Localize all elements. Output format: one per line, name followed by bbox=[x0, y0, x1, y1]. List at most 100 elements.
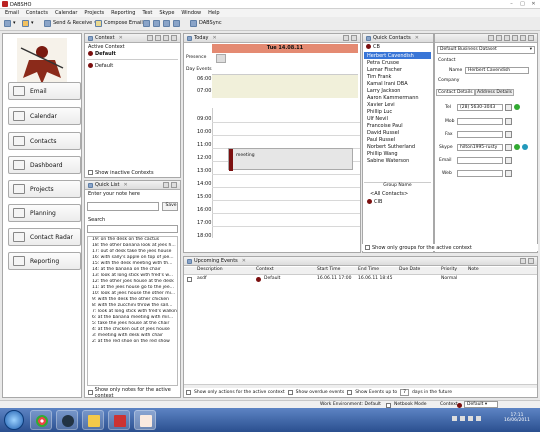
list-item[interactable]: Paul Russel bbox=[364, 136, 431, 143]
column-header[interactable]: Context bbox=[256, 267, 274, 272]
start-button[interactable] bbox=[4, 410, 24, 430]
save-button[interactable]: Save bbox=[162, 202, 178, 211]
early-hours-area[interactable] bbox=[212, 74, 358, 98]
maximize-icon[interactable] bbox=[528, 35, 534, 41]
minimize-icon[interactable]: – bbox=[508, 1, 515, 7]
list-item[interactable]: Lamar Fischer bbox=[364, 66, 431, 73]
close-icon[interactable]: ✕ bbox=[212, 35, 216, 41]
tray-icon[interactable] bbox=[452, 416, 457, 421]
nav-planning-button[interactable]: Planning bbox=[8, 204, 81, 222]
field-action-button[interactable] bbox=[505, 170, 512, 177]
new-button[interactable]: ▾ bbox=[4, 20, 16, 27]
menu-help[interactable]: Help bbox=[208, 9, 219, 17]
user-button[interactable]: ▾ bbox=[22, 20, 34, 27]
taskbar-app[interactable] bbox=[108, 410, 130, 430]
close-icon[interactable]: ✕ bbox=[415, 35, 419, 41]
show-events-checkbox[interactable] bbox=[347, 390, 353, 395]
field-action-button[interactable] bbox=[505, 131, 512, 138]
fax-field[interactable] bbox=[457, 131, 503, 138]
column-header[interactable]: Start Time bbox=[317, 267, 340, 272]
tel-field[interactable]: (28) 5630-3043 bbox=[457, 104, 503, 111]
list-item[interactable]: Phillip Luc bbox=[364, 108, 431, 115]
show-groups-checkbox[interactable]: Show only groups for the active context bbox=[362, 244, 538, 251]
skype-chat-icon[interactable] bbox=[522, 144, 528, 150]
menu-email[interactable]: Email bbox=[5, 9, 19, 17]
tray-icon[interactable] bbox=[468, 416, 473, 421]
menu-contacts[interactable]: Contacts bbox=[26, 9, 48, 17]
column-header[interactable]: Due Date bbox=[399, 267, 420, 272]
table-row[interactable]: asdf Default 16.06.11 17:00 16.06.11 18:… bbox=[184, 276, 537, 284]
maximize-icon[interactable] bbox=[171, 35, 177, 41]
list-item[interactable]: Xavier Levi bbox=[364, 101, 431, 108]
add-contact-icon[interactable] bbox=[488, 35, 494, 41]
list-item[interactable]: Phillip Wang bbox=[364, 150, 431, 157]
web-field[interactable] bbox=[457, 170, 503, 177]
note-input[interactable] bbox=[87, 202, 159, 211]
nav-contact-radar-button[interactable]: Contact Radar bbox=[8, 228, 81, 246]
maximize-icon[interactable] bbox=[171, 182, 177, 188]
list-item[interactable]: Petra Crusoe bbox=[364, 59, 431, 66]
minimize-icon[interactable] bbox=[520, 258, 526, 264]
close-icon[interactable]: ✕ bbox=[242, 258, 246, 264]
event-checkbox[interactable] bbox=[187, 277, 192, 282]
compose-email-button[interactable]: Compose Email bbox=[95, 20, 143, 27]
skype-field[interactable]: hilton1995-rusty bbox=[457, 144, 503, 151]
close-icon[interactable]: ✕ bbox=[123, 182, 127, 188]
panel-tool-icon[interactable] bbox=[155, 35, 161, 41]
field-action-button[interactable] bbox=[505, 144, 512, 151]
skype-call-icon[interactable] bbox=[514, 144, 520, 150]
email-field[interactable] bbox=[457, 157, 503, 164]
tray-icon[interactable] bbox=[476, 416, 481, 421]
presence-icon[interactable] bbox=[216, 54, 226, 63]
days-stepper[interactable]: 7 bbox=[400, 389, 410, 396]
clock[interactable]: 17:11 16/06/2011 bbox=[500, 413, 534, 423]
tray-icon[interactable] bbox=[460, 416, 465, 421]
list-item[interactable]: Kamal Irani DBA bbox=[364, 80, 431, 87]
dataset-select[interactable]: Default Business Dataset ▾ bbox=[437, 46, 535, 54]
print-icon[interactable] bbox=[512, 35, 518, 41]
minimize-icon[interactable] bbox=[343, 35, 349, 41]
column-header[interactable]: Note bbox=[468, 267, 479, 272]
tool-button-2[interactable] bbox=[153, 20, 160, 27]
tool-button-3[interactable] bbox=[163, 20, 170, 27]
panel-tool-icon[interactable] bbox=[147, 35, 153, 41]
show-overdue-checkbox[interactable] bbox=[287, 390, 293, 395]
menu-reporting[interactable]: Reporting bbox=[111, 9, 135, 17]
nav-calendar-button[interactable]: Calendar bbox=[8, 107, 81, 125]
maximize-icon[interactable] bbox=[351, 35, 357, 41]
taskbar-player[interactable] bbox=[56, 410, 78, 430]
tab-contact-details[interactable]: Contact Details bbox=[436, 89, 475, 96]
list-item[interactable]: Francoise Paul bbox=[364, 122, 431, 129]
column-header[interactable]: End Time bbox=[358, 267, 379, 272]
tab-address-details[interactable]: Address Details bbox=[475, 89, 514, 96]
list-item[interactable]: 2: at the red shoe on the red show bbox=[88, 339, 177, 345]
show-active-checkbox[interactable] bbox=[186, 390, 191, 395]
search-input[interactable] bbox=[87, 225, 178, 233]
column-header[interactable]: Priority bbox=[441, 267, 457, 272]
minimize-icon[interactable] bbox=[163, 182, 169, 188]
list-item[interactable]: Sabine Waterson bbox=[364, 157, 431, 164]
menu-projects[interactable]: Projects bbox=[84, 9, 104, 17]
nav-contacts-button[interactable]: Contacts bbox=[8, 132, 81, 150]
column-header[interactable]: Description bbox=[197, 267, 223, 272]
tool-button-4[interactable] bbox=[173, 20, 180, 27]
menu-test[interactable]: Test bbox=[142, 9, 152, 17]
name-field[interactable]: Herbert Cavendish bbox=[465, 67, 529, 74]
show-notes-checkbox[interactable]: Show only notes for the active context bbox=[85, 387, 180, 399]
context-select[interactable]: Default ▾ bbox=[464, 401, 499, 408]
list-item[interactable]: Tim Frank bbox=[364, 73, 431, 80]
dabsync-button[interactable]: DABSync bbox=[190, 20, 222, 27]
nav-projects-button[interactable]: Projects bbox=[8, 180, 81, 198]
group-cib[interactable]: CIB bbox=[364, 198, 382, 205]
field-action-button[interactable] bbox=[505, 118, 512, 125]
edit-icon[interactable] bbox=[496, 35, 502, 41]
close-icon[interactable]: ✕ bbox=[530, 1, 537, 7]
send-receive-button[interactable]: Send & Receive▾ bbox=[44, 20, 97, 27]
maximize-icon[interactable] bbox=[528, 258, 534, 264]
list-item[interactable]: Aaron Kammermann bbox=[364, 94, 431, 101]
list-item[interactable]: Larry Jackson bbox=[364, 87, 431, 94]
minimize-icon[interactable] bbox=[163, 35, 169, 41]
list-item[interactable]: Herbert Cavendish bbox=[364, 52, 431, 59]
context-item-default[interactable]: Default bbox=[85, 62, 180, 69]
taskbar-dabsho[interactable] bbox=[134, 410, 156, 430]
